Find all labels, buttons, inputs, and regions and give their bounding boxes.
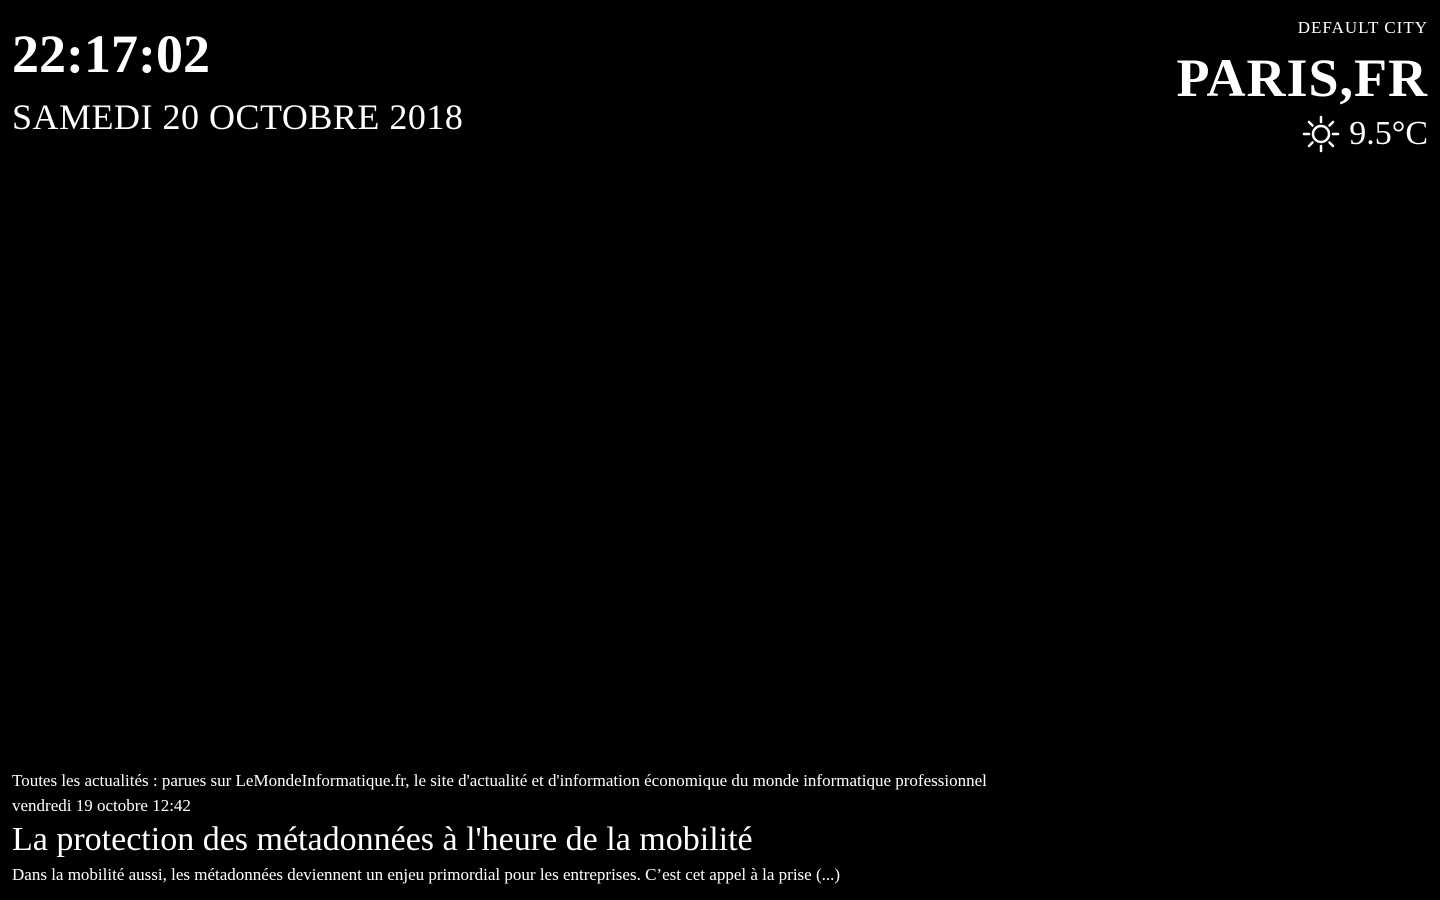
- news-source: Toutes les actualités : parues sur LeMon…: [12, 771, 987, 790]
- weather-city: PARIS,FR: [1176, 48, 1428, 108]
- clock-module: 22:17:02 samedi 20 octobre 2018: [12, 22, 463, 138]
- weather-header: DEFAULT CITY: [1297, 18, 1428, 37]
- weather-module: DEFAULT CITY PARIS,FR 9.5°C: [1176, 16, 1428, 154]
- news-summary: Dans la mobilité aussi, les métadonnées …: [12, 865, 841, 884]
- weather-current: 9.5°C: [1176, 114, 1428, 154]
- clock-date: samedi 20 octobre 2018: [12, 97, 464, 137]
- news-date: vendredi 19 octobre 12:42: [12, 796, 191, 815]
- weather-temperature: 9.5°C: [1349, 115, 1428, 152]
- sun-icon: [1301, 114, 1341, 154]
- news-feed-module: Toutes les actualités : parues sur LeMon…: [12, 768, 1312, 888]
- clock-time: 22:17:02: [12, 24, 210, 84]
- news-title: La protection des métadonnées à l'heure …: [12, 821, 753, 858]
